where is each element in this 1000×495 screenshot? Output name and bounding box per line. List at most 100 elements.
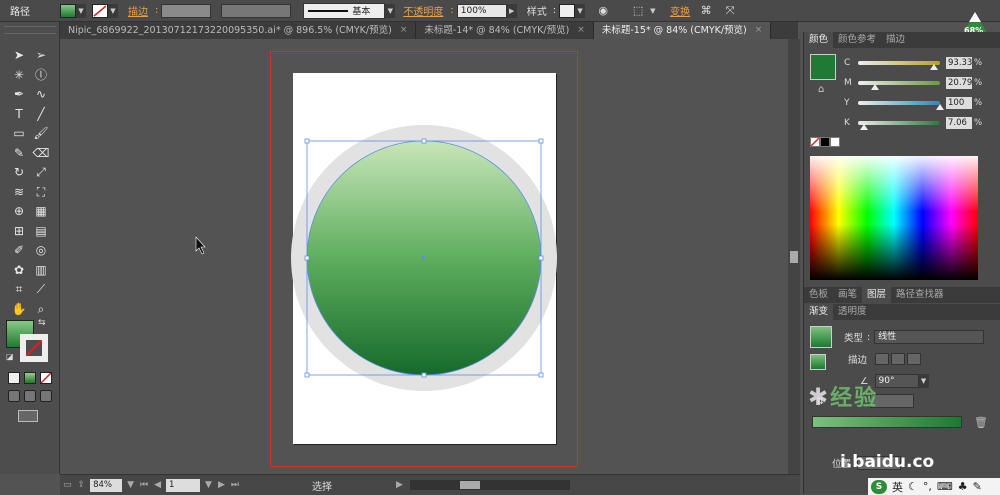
shape-builder-icon[interactable]: ⊕ xyxy=(8,202,30,222)
moon-icon[interactable]: ☾ xyxy=(908,480,918,493)
close-icon[interactable]: × xyxy=(755,22,763,39)
slice-icon[interactable]: ⟋ xyxy=(30,280,52,300)
channel-slider[interactable] xyxy=(858,61,940,70)
gradient-icon[interactable]: ▤ xyxy=(30,222,52,242)
draw-inside-icon[interactable] xyxy=(40,390,52,402)
angle-input[interactable]: 90° xyxy=(874,374,919,388)
fill-swatch-dropdown[interactable]: ▼ xyxy=(60,3,86,19)
canvas-area[interactable] xyxy=(60,39,798,474)
prev-page-icon[interactable]: ◀ xyxy=(154,480,161,490)
document-tab[interactable]: 未标题-14* @ 84% (CMYK/预览) × xyxy=(416,22,594,39)
zoom-icon[interactable]: ⌕ xyxy=(30,300,52,320)
keyboard-icon[interactable]: ⌨ xyxy=(937,480,953,493)
channel-value-input[interactable]: 93.33 xyxy=(946,57,972,69)
line-icon[interactable]: ╱ xyxy=(30,105,52,125)
scrollbar-thumb[interactable] xyxy=(459,481,480,489)
sogou-logo-icon[interactable]: S xyxy=(871,479,887,494)
chevron-down-icon[interactable]: ▼ xyxy=(918,374,929,388)
stroke-within-icon[interactable] xyxy=(875,353,890,365)
pencil-icon[interactable]: ✎ xyxy=(8,144,30,164)
opacity-input[interactable]: 100% xyxy=(456,3,507,18)
close-icon[interactable]: × xyxy=(400,22,408,39)
draw-behind-icon[interactable] xyxy=(24,390,36,402)
tab-swatches[interactable]: 色板 xyxy=(804,287,833,303)
symbol-sprayer-icon[interactable]: ✿ xyxy=(8,261,30,281)
chevron-down-icon[interactable]: ▼ xyxy=(127,480,134,490)
slider-knob[interactable] xyxy=(871,84,880,90)
first-page-icon[interactable]: ⏮ xyxy=(140,480,148,490)
curvature-icon[interactable]: ∿ xyxy=(30,85,52,105)
channel-value-input[interactable]: 100 xyxy=(946,97,972,109)
stroke-weight-field[interactable] xyxy=(161,3,212,18)
direct-selection-icon[interactable]: ➢ xyxy=(30,46,52,66)
page-input[interactable]: 1 xyxy=(166,478,201,492)
tab-transparency[interactable]: 透明度 xyxy=(833,304,872,320)
perspective-icon[interactable]: ▦ xyxy=(30,202,52,222)
free-transform-icon[interactable]: ⛶ xyxy=(30,183,52,203)
chevron-down-icon[interactable]: ▼ xyxy=(205,480,212,490)
artboard-icon[interactable]: ⌗ xyxy=(8,280,30,300)
ime-language[interactable]: 英 xyxy=(892,479,903,495)
type-icon[interactable]: T xyxy=(8,105,30,125)
rotate-icon[interactable]: ↻ xyxy=(8,163,30,183)
stroke-color-box[interactable] xyxy=(20,334,48,362)
tab-color-guide[interactable]: 颜色参考 xyxy=(833,32,881,48)
artboard-nav-icon[interactable]: ▭ xyxy=(63,480,72,490)
selection-icon[interactable]: ➤ xyxy=(8,46,30,66)
pen-icon[interactable]: ✒ xyxy=(8,85,30,105)
slider-knob[interactable] xyxy=(936,104,944,110)
variable-width-dropdown[interactable] xyxy=(221,3,292,18)
tab-pathfinder[interactable]: 路径查找器 xyxy=(891,287,949,303)
align-icon[interactable]: ⬚ xyxy=(629,3,647,19)
isolate-icon[interactable]: ⌘ xyxy=(697,3,715,19)
mesh-icon[interactable]: ⊞ xyxy=(8,222,30,242)
fill-color-swatch[interactable] xyxy=(810,54,836,80)
skin-icon[interactable]: ♣ xyxy=(958,480,968,493)
panel-grip[interactable] xyxy=(4,26,56,34)
close-icon[interactable]: × xyxy=(577,22,585,39)
channel-slider[interactable] xyxy=(858,121,940,130)
tab-stroke[interactable]: 描边 xyxy=(881,32,910,48)
punctuation-icon[interactable]: °, xyxy=(923,480,932,493)
gradient-type-select[interactable]: 线性 xyxy=(874,330,985,344)
blend-icon[interactable]: ◎ xyxy=(30,241,52,261)
draw-normal-icon[interactable] xyxy=(8,390,20,402)
last-page-icon[interactable]: ⏭ xyxy=(231,480,239,490)
channel-slider[interactable] xyxy=(858,101,944,110)
arrange-icon[interactable]: ⤧ xyxy=(721,3,739,19)
eyedropper-icon[interactable]: ✐ xyxy=(8,241,30,261)
gradient-fill-swatch[interactable] xyxy=(810,354,826,370)
chevron-down-icon[interactable]: ▼ xyxy=(385,3,396,18)
white-swatch[interactable] xyxy=(830,137,840,147)
zoom-input[interactable]: 84% xyxy=(90,478,123,492)
color-spectrum[interactable] xyxy=(810,156,978,280)
scrollbar-thumb[interactable] xyxy=(790,251,798,263)
graphic-style-dropdown[interactable]: ▼ xyxy=(559,3,586,19)
stroke-panel-link[interactable]: 描边 xyxy=(128,3,148,18)
stroke-swatch-dropdown[interactable]: ▼ xyxy=(92,3,118,19)
out-of-gamut-icon[interactable]: ⌂ xyxy=(818,84,824,95)
chevron-down-icon[interactable]: ▼ xyxy=(650,7,658,15)
magic-wand-icon[interactable]: ✳ xyxy=(8,66,30,86)
opacity-panel-link[interactable]: 不透明度 xyxy=(403,3,443,18)
none-mode-icon[interactable] xyxy=(40,372,52,384)
channel-value-input[interactable]: 7.06 xyxy=(946,117,972,129)
paintbrush-icon[interactable]: 🖌 xyxy=(30,124,52,144)
black-swatch[interactable] xyxy=(820,137,830,147)
share-icon[interactable]: ⇪ xyxy=(78,480,86,490)
stroke-across-icon[interactable] xyxy=(907,353,922,365)
rectangle-icon[interactable]: ▭ xyxy=(8,124,30,144)
scale-icon[interactable]: ⤢ xyxy=(30,163,52,183)
recolor-artwork-icon[interactable]: ◉ xyxy=(594,3,612,19)
default-colors-icon[interactable]: ◪ xyxy=(6,352,14,361)
column-graph-icon[interactable]: ▥ xyxy=(30,261,52,281)
tab-gradient[interactable]: 渐变 xyxy=(804,304,834,320)
tab-color[interactable]: 颜色 xyxy=(804,32,834,48)
stroke-along-icon[interactable] xyxy=(891,353,906,365)
brush-definition-dropdown[interactable]: 基本 xyxy=(303,2,386,19)
tab-brushes[interactable]: 画笔 xyxy=(833,287,862,303)
status-menu-icon[interactable]: ▶ xyxy=(396,480,403,490)
document-tab-active[interactable]: 未标题-15* @ 84% (CMYK/预览) × xyxy=(593,22,772,39)
none-swatch[interactable] xyxy=(810,137,820,147)
tab-layers[interactable]: 图层 xyxy=(862,287,892,303)
